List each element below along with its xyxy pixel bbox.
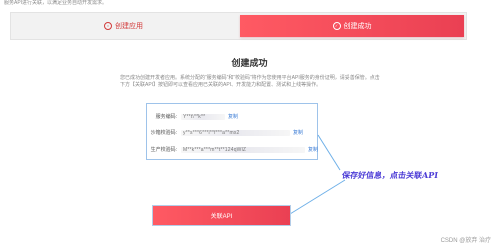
arrow-to-box bbox=[317, 134, 341, 171]
arrow-to-button bbox=[289, 179, 346, 215]
associate-api-button[interactable]: 关联API bbox=[152, 205, 291, 226]
annotation-text: 保存好信息，点击关联API bbox=[341, 170, 439, 180]
watermark: CSDN @放弃 治疗 bbox=[440, 238, 491, 244]
